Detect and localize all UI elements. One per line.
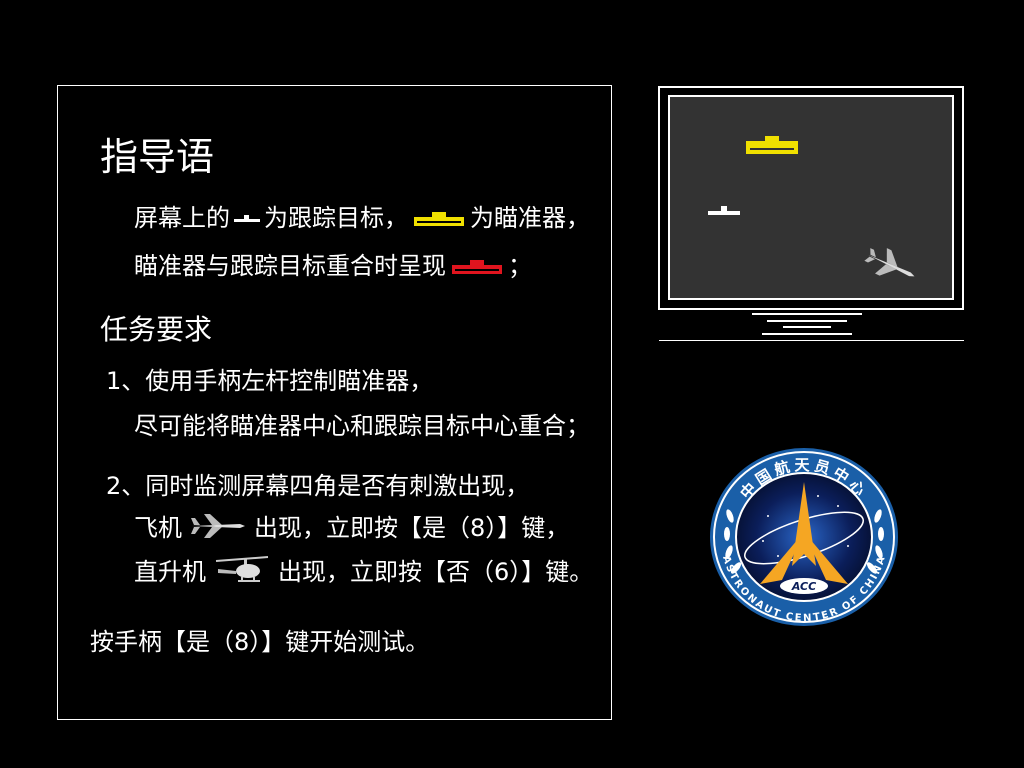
aimer-yellow-icon xyxy=(414,211,464,227)
instruction-line-1: 屏幕上的 为跟踪目标， 为瞄准器， xyxy=(134,204,590,232)
aimer-red-icon xyxy=(452,259,502,275)
task-plane-line: 飞机 出现，立即按【是（8）】键， xyxy=(134,508,569,546)
acc-logo: 中国航天员中心 ASTRONAUT CENTER OF CHINA ACC xyxy=(708,446,900,628)
tracking-target-icon xyxy=(234,212,260,226)
task-item-1a: 1、使用手柄左杆控制瞄准器， xyxy=(106,367,434,395)
task-item-2a: 2、同时监测屏幕四角是否有刺激出现， xyxy=(106,472,530,500)
logo-center-text: ACC xyxy=(791,580,816,593)
task-heading: 任务要求 xyxy=(100,313,213,346)
desk-line xyxy=(659,340,964,341)
plane-icon xyxy=(190,512,246,546)
start-prompt: 按手柄【是（8）】键开始测试。 xyxy=(90,628,430,656)
monitor-screen xyxy=(668,95,954,300)
instructions-title: 指导语 xyxy=(100,135,215,179)
instruction-line-2: 瞄准器与跟踪目标重合时呈现； xyxy=(134,252,532,280)
aimer-preview xyxy=(746,136,798,154)
plane-preview-icon xyxy=(864,248,915,277)
monitor-stand-line xyxy=(752,313,862,315)
task-heli-line: 直升机 出现，立即按【否（6）】键。 xyxy=(134,552,593,591)
monitor-stand-line xyxy=(767,320,847,322)
monitor-stand-line xyxy=(762,333,852,335)
task-item-1b: 尽可能将瞄准器中心和跟踪目标中心重合； xyxy=(134,412,590,440)
monitor-stand-line xyxy=(783,326,831,328)
instruction-panel: 指导语 屏幕上的 为跟踪目标， 为瞄准器， 瞄准器与跟踪目标重合时呈现； 任务要求 … xyxy=(57,85,612,720)
helicopter-icon xyxy=(214,555,270,591)
target-preview xyxy=(708,206,740,215)
